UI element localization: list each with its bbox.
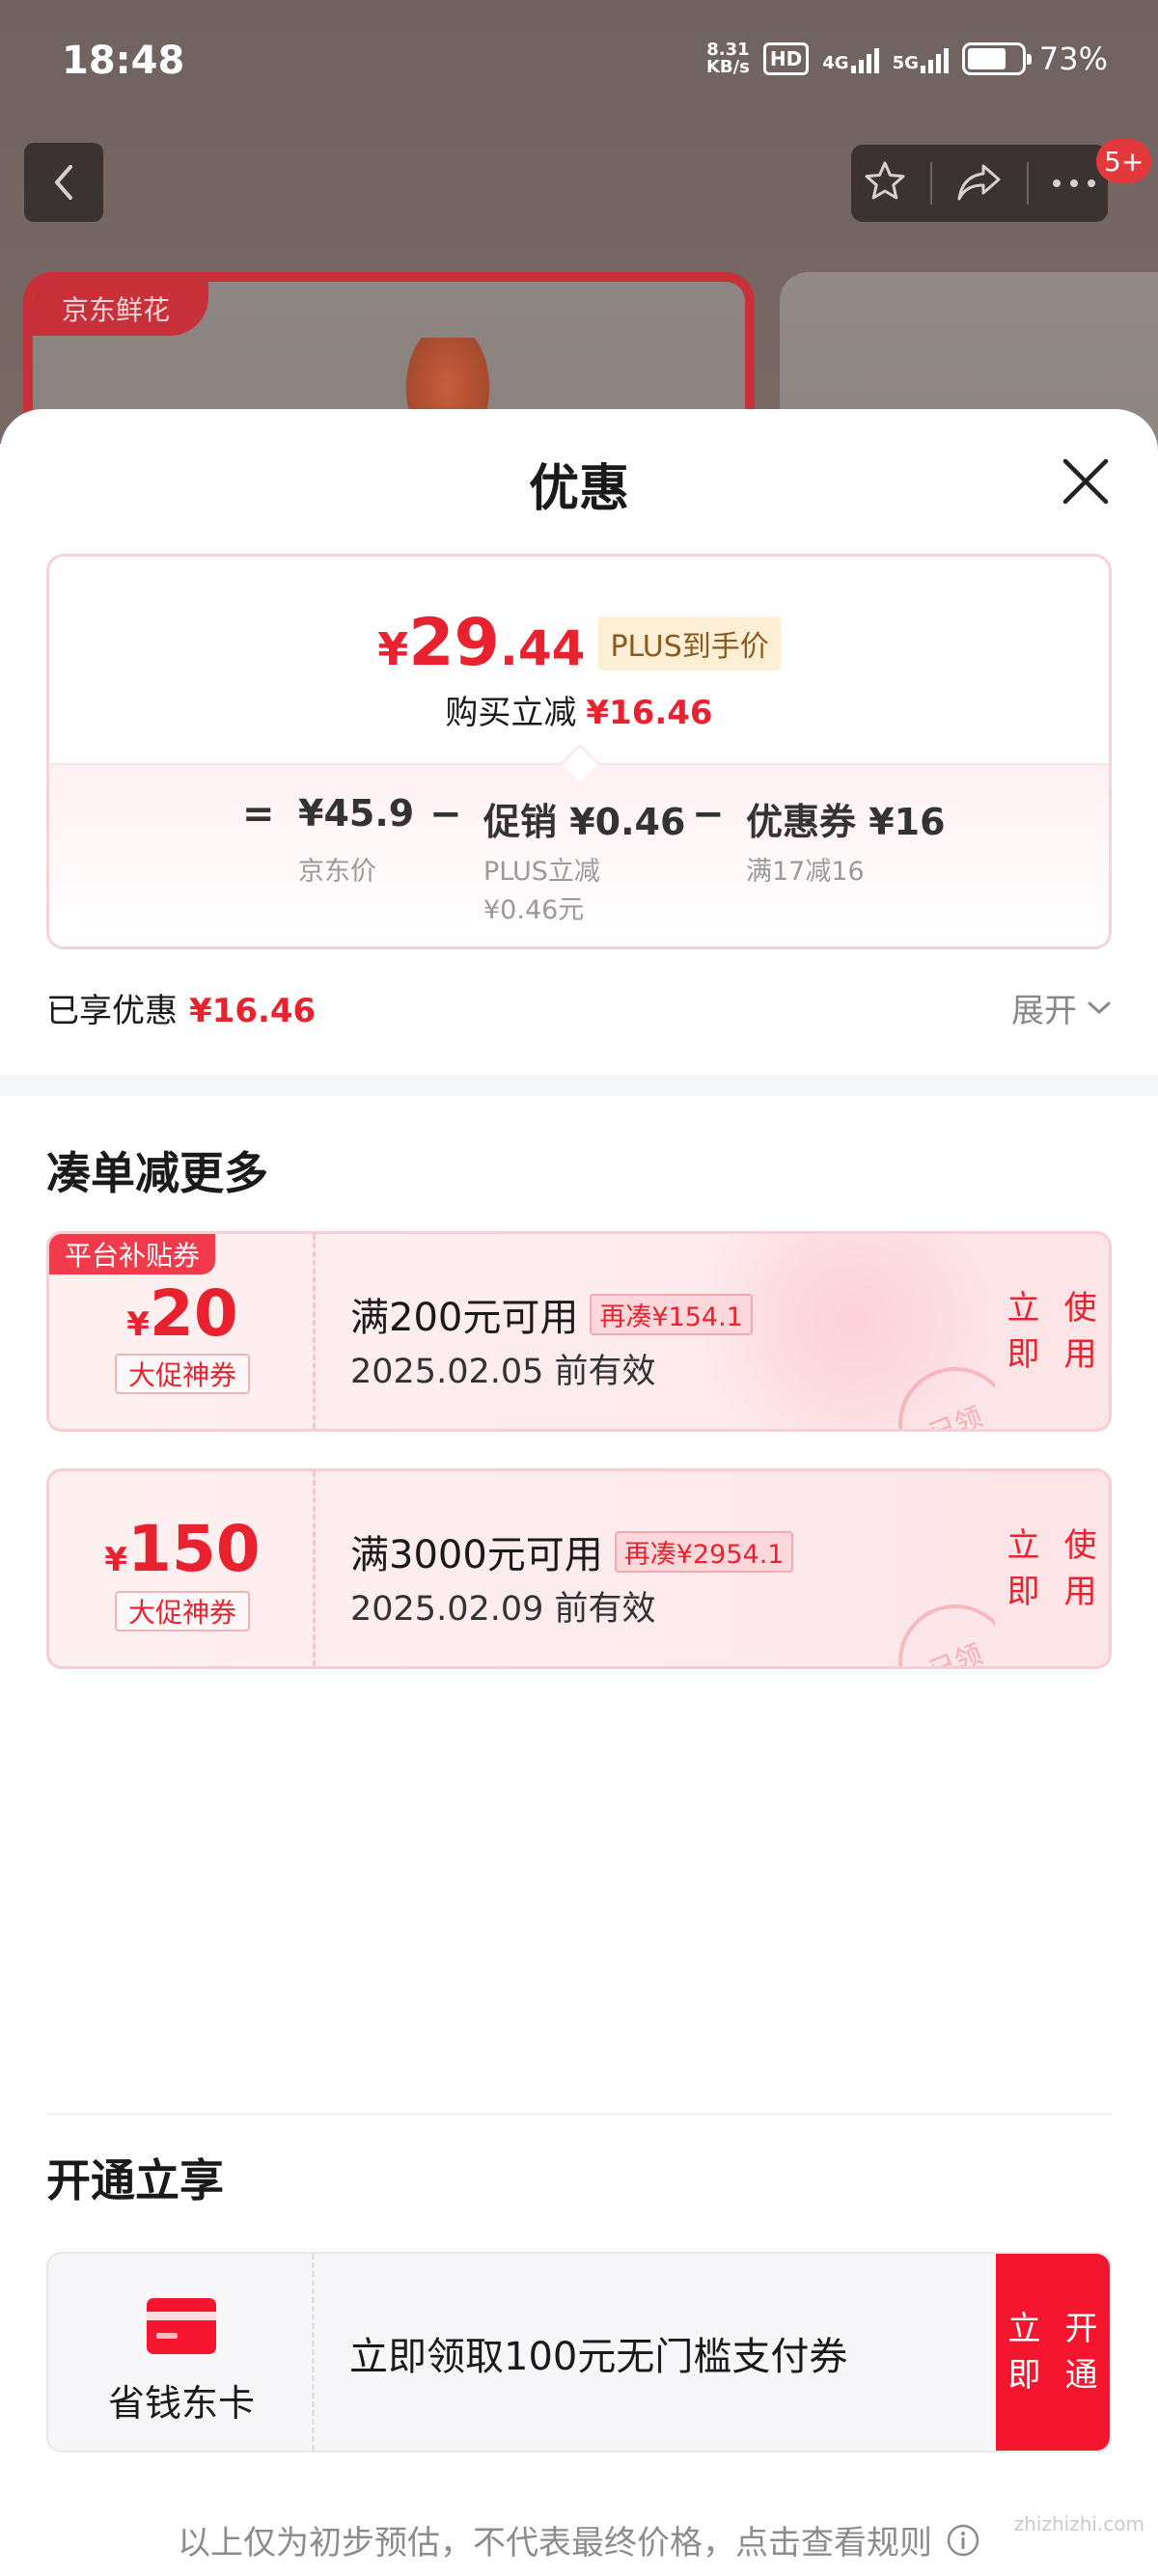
coupon-amount: ¥20 <box>126 1276 238 1351</box>
instant-discount: 购买立减 ¥16.46 <box>445 694 713 732</box>
coupon-card: 平台补贴券 ¥20 大促神券 满200元可用 再凑¥154.1 2025.02.… <box>46 1231 1112 1432</box>
signal-5g-icon: 5G <box>893 44 949 73</box>
info-icon[interactable] <box>946 2523 980 2558</box>
more-icon <box>1052 178 1095 187</box>
section-divider <box>0 1075 1158 1096</box>
section-title-open: 开通立享 <box>46 2154 224 2206</box>
close-icon <box>1062 458 1109 505</box>
divider <box>46 2113 1112 2115</box>
more-button[interactable] <box>1051 175 1097 193</box>
coupon-value: 优惠券 ¥16 <box>746 801 946 843</box>
disclaimer[interactable]: 以上仅为初步预估，不代表最终价格，点击查看规则 <box>0 2516 1158 2563</box>
use-coupon-button[interactable]: 立即 使用 <box>995 1234 1109 1429</box>
signal-4g-icon: 4G <box>822 44 879 73</box>
status-time: 18:48 <box>62 39 185 83</box>
open-membership-button[interactable]: 立即 开通 <box>996 2254 1110 2451</box>
enjoyed-discount: 已享优惠 ¥16.46 <box>46 992 317 1030</box>
share-button[interactable] <box>954 160 1005 206</box>
membership-name: 省钱东卡 <box>107 2382 255 2425</box>
price-summary-card: ¥29.44 PLUS到手价 购买立减 ¥16.46 = ¥45.9 京东价 − … <box>46 554 1112 949</box>
close-button[interactable] <box>1058 453 1114 509</box>
more-needed-tag: 再凑¥154.1 <box>590 1293 753 1335</box>
base-price-label: 京东价 <box>298 857 376 887</box>
final-price: ¥29.44 <box>377 605 586 681</box>
coupon-condition: 满200元可用 再凑¥154.1 <box>350 1286 753 1342</box>
minus-sign: − <box>692 792 725 836</box>
top-action-bar <box>851 145 1108 222</box>
battery-percent: 73% <box>1038 41 1108 77</box>
coupon-amount: ¥150 <box>104 1512 261 1586</box>
plus-price-tag: PLUS到手价 <box>598 616 781 671</box>
membership-card: 省钱东卡 立即领取100元无门槛支付券 立即 开通 <box>46 2252 1112 2453</box>
coupon-validity: 2025.02.05 前有效 <box>350 1353 656 1391</box>
coupon-label: 满17减16 <box>746 857 865 887</box>
status-bar: 18:48 8.31 KB/s HD 4G 5G 73% <box>0 0 1158 125</box>
expand-button[interactable]: 展开 <box>1011 984 1112 1031</box>
sheet-title: 优惠 <box>528 460 629 518</box>
coupon-card: ¥150 大促神券 满3000元可用 再凑¥2954.1 2025.02.09 … <box>46 1468 1112 1669</box>
watermark: zhizhizhi.com <box>1013 2512 1144 2535</box>
platform-subsidy-tag: 平台补贴券 <box>49 1234 216 1274</box>
coupon-validity: 2025.02.09 前有效 <box>350 1590 656 1629</box>
promo-value: 促销 ¥0.46 <box>483 801 686 843</box>
disclaimer-text: 以上仅为初步预估，不代表最终价格，点击查看规则 <box>178 2524 932 2562</box>
favorite-button[interactable] <box>862 158 908 208</box>
battery-icon <box>961 42 1032 75</box>
back-button[interactable] <box>24 143 103 222</box>
divider <box>1026 162 1029 205</box>
hd-icon: HD <box>762 42 810 75</box>
star-icon <box>865 161 905 200</box>
notification-badge: 5+ <box>1096 139 1152 183</box>
equals-sign: = <box>242 792 275 836</box>
coupon-condition: 满3000元可用 再凑¥2954.1 <box>350 1523 794 1579</box>
discount-sheet: 优惠 ¥29.44 PLUS到手价 购买立减 ¥16.46 = ¥45.9 京东价… <box>0 409 1158 2576</box>
product-tag: 京东鲜花 <box>33 282 209 336</box>
minus-sign: − <box>429 792 462 836</box>
divider <box>930 162 933 205</box>
credit-card-icon <box>147 2298 216 2354</box>
share-icon <box>957 164 1001 201</box>
promo-label: PLUS立减 <box>483 857 600 887</box>
section-title-more: 凑单减更多 <box>46 1147 268 1199</box>
promo-amount-label: ¥0.46元 <box>483 895 585 925</box>
base-price: ¥45.9 <box>298 792 415 835</box>
use-coupon-button[interactable]: 立即 使用 <box>995 1471 1109 1666</box>
chevron-left-icon <box>55 165 72 200</box>
coupon-badge: 大促神券 <box>115 1354 250 1394</box>
chevron-down-icon <box>1088 1001 1111 1014</box>
final-price-row: ¥29.44 PLUS到手价 <box>49 605 1109 681</box>
network-speed: 8.31 KB/s <box>705 40 750 77</box>
membership-description: 立即领取100元无门槛支付券 <box>349 2335 848 2379</box>
coupon-badge: 大促神券 <box>115 1591 250 1631</box>
more-needed-tag: 再凑¥2954.1 <box>614 1530 794 1573</box>
